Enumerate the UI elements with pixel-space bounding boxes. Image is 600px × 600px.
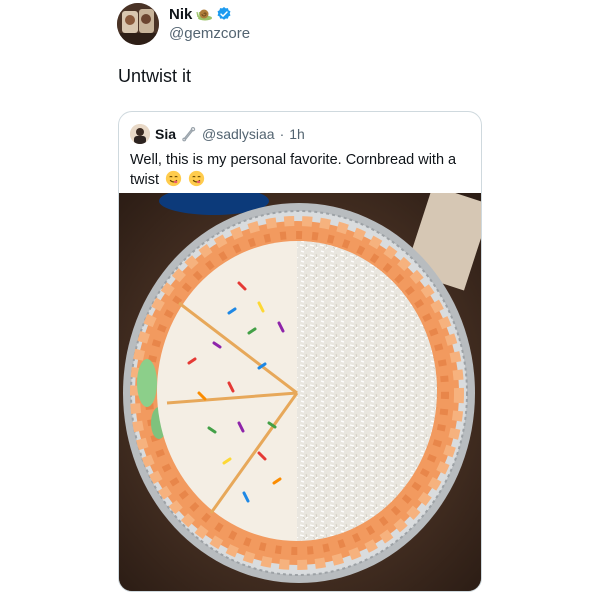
author-name[interactable]: Nik xyxy=(169,6,192,23)
quoted-author-name[interactable]: Sia xyxy=(155,126,176,142)
yum-face-emoji-icon xyxy=(165,170,182,187)
quoted-author-avatar[interactable] xyxy=(130,124,150,144)
safety-pin-emoji-icon xyxy=(181,126,197,142)
cornbread-photo-illustration xyxy=(119,193,481,591)
author-handle[interactable]: @gemzcore xyxy=(169,25,250,42)
tweet-header: Nik @gemzcore xyxy=(117,3,457,45)
snail-emoji-icon xyxy=(196,7,213,21)
verified-badge-icon xyxy=(216,6,232,22)
quoted-tweet-time[interactable]: 1h xyxy=(289,126,305,142)
quoted-tweet-photo[interactable] xyxy=(119,193,481,591)
quoted-tweet-header: Sia @sadlysiaa · 1h xyxy=(130,124,305,144)
tweet-text: Untwist it xyxy=(118,66,192,86)
yum-face-emoji-icon xyxy=(188,170,205,187)
quoted-tweet-text: Well, this is my personal favorite. Corn… xyxy=(130,150,472,190)
quoted-author-handle[interactable]: @sadlysiaa xyxy=(202,126,275,142)
quoted-tweet-card[interactable]: Sia @sadlysiaa · 1h Well, this is my per… xyxy=(118,111,482,592)
separator-dot: · xyxy=(279,126,285,142)
author-avatar[interactable] xyxy=(117,3,159,45)
